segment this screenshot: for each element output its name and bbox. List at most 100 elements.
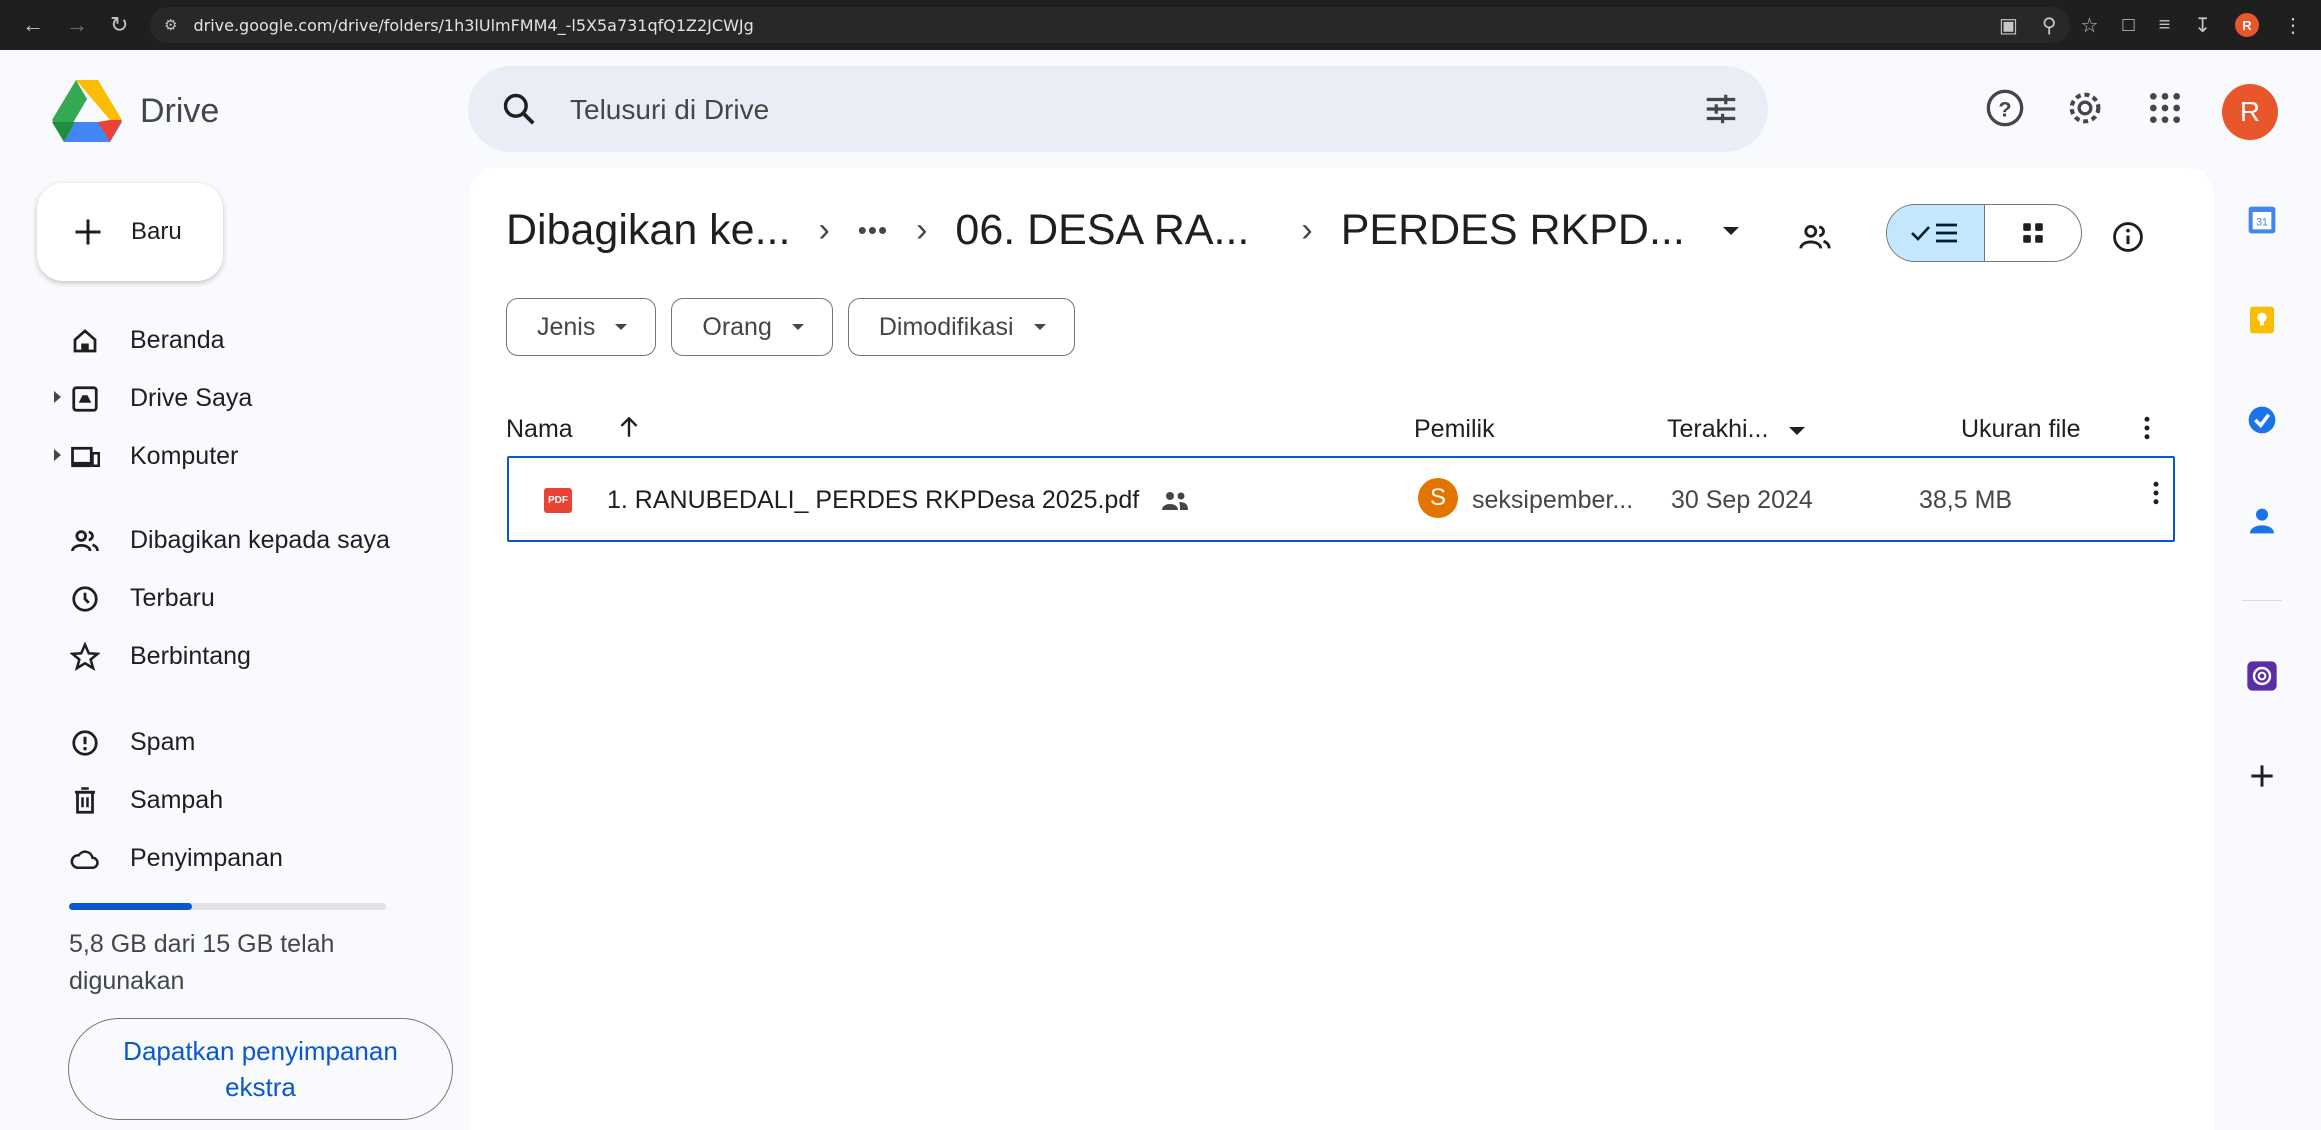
back-icon[interactable]: ← xyxy=(22,12,44,38)
calendar-icon[interactable]: 31 xyxy=(2246,204,2278,236)
sidebar-item-dibagikan[interactable]: Dibagikan kepada saya xyxy=(0,516,440,564)
settings-icon[interactable] xyxy=(2065,88,2105,128)
drive-logo[interactable]: Drive xyxy=(52,80,219,142)
app-name: Drive xyxy=(140,91,220,130)
shared-folder-icon[interactable] xyxy=(1798,220,1832,254)
filter-chip-label: Jenis xyxy=(537,312,596,341)
column-header-modified[interactable]: Terakhi... xyxy=(1667,415,1768,444)
file-size: 38,5 MB xyxy=(1919,486,2013,514)
url-text: drive.google.com/drive/folders/1h3lUlmFM… xyxy=(193,15,754,35)
sidebar-item-beranda[interactable]: Beranda xyxy=(0,316,440,364)
storage-meter-fill xyxy=(69,903,192,910)
get-more-storage-button[interactable]: Dapatkan penyimpanan ekstra xyxy=(68,1018,453,1120)
dropdown-icon xyxy=(1033,324,1046,330)
new-button[interactable]: Baru xyxy=(37,183,223,281)
file-name-text: 1. RANUBEDALI_ PERDES RKPDesa 2025.pdf xyxy=(607,486,1140,514)
plus-icon xyxy=(75,219,101,245)
tasks-icon[interactable] xyxy=(2246,404,2278,436)
filter-chip-jenis[interactable]: Jenis xyxy=(506,298,657,356)
chevron-right-icon: › xyxy=(818,211,830,249)
pdf-file-icon: PDF xyxy=(544,488,572,513)
search-bar xyxy=(468,66,1768,152)
filter-chip-orang[interactable]: Orang xyxy=(671,298,833,356)
sidebar-item-label: Komputer xyxy=(130,441,239,470)
breadcrumb-more[interactable]: ••• xyxy=(858,215,888,246)
browser-menu-icon[interactable]: ⋮ xyxy=(2283,13,2303,38)
clock-icon xyxy=(72,586,98,612)
apps-grid-icon[interactable] xyxy=(2145,88,2185,128)
grid-view-button[interactable] xyxy=(1985,205,2082,261)
sidebar-item-sampah[interactable]: Sampah xyxy=(0,776,440,824)
cloud-icon xyxy=(70,850,99,869)
breadcrumb-item[interactable]: Dibagikan ke... xyxy=(506,206,790,255)
chevron-right-icon: › xyxy=(1301,211,1313,249)
column-header-size[interactable]: Ukuran file xyxy=(1961,415,2081,444)
column-header-name[interactable]: Nama xyxy=(506,415,573,444)
search-icon[interactable] xyxy=(500,90,538,128)
star-icon xyxy=(70,642,100,672)
sidebar-item-spam[interactable]: Spam xyxy=(0,718,440,766)
sort-dropdown-icon[interactable] xyxy=(1789,427,1805,435)
filter-chip-label: Orang xyxy=(702,312,772,341)
help-icon[interactable]: ? xyxy=(1985,88,2025,128)
download-icon[interactable]: ↧ xyxy=(2194,13,2211,38)
sidebar-item-komputer[interactable]: Komputer xyxy=(0,432,440,480)
reload-icon[interactable]: ↻ xyxy=(110,12,128,38)
storage-meter xyxy=(69,903,386,910)
file-name[interactable]: 1. RANUBEDALI_ PERDES RKPDesa 2025.pdf xyxy=(607,486,1190,515)
browser-actions: ▣ ⚲ ☆ □ ≡ ↧ R ⋮ xyxy=(1999,0,2303,50)
search-options-icon[interactable] xyxy=(1702,90,1740,128)
forward-icon[interactable]: → xyxy=(66,12,88,38)
list-view-icon xyxy=(1911,223,1958,243)
computer-icon xyxy=(71,446,100,468)
sidebar-item-drive-saya[interactable]: Drive Saya xyxy=(0,374,440,422)
shared-icon xyxy=(71,530,99,552)
add-addon-icon[interactable] xyxy=(2246,760,2278,792)
site-info-icon[interactable]: ⚙ xyxy=(164,16,177,34)
search-input[interactable] xyxy=(570,86,1620,134)
account-avatar[interactable]: R xyxy=(2222,84,2278,140)
zoom-icon[interactable]: ⚲ xyxy=(2042,13,2057,38)
filter-chips: Jenis Orang Dimodifikasi xyxy=(506,298,1075,356)
folder-menu-dropdown-icon[interactable] xyxy=(1722,226,1739,235)
file-modified-date: 30 Sep 2024 xyxy=(1671,486,1813,514)
contacts-icon[interactable] xyxy=(2246,504,2278,536)
reading-list-icon[interactable]: ≡ xyxy=(2159,14,2171,37)
keep-icon[interactable] xyxy=(2246,304,2278,336)
header-actions: ? xyxy=(1985,88,2185,128)
sidebar-item-label: Drive Saya xyxy=(130,383,253,412)
sidebar-item-terbaru[interactable]: Terbaru xyxy=(0,574,440,622)
column-header-owner[interactable]: Pemilik xyxy=(1414,415,1495,444)
rail-divider xyxy=(2242,600,2282,601)
drive-logo-icon xyxy=(52,80,122,142)
info-icon[interactable] xyxy=(2111,220,2145,254)
cast-icon[interactable]: ▣ xyxy=(1999,13,2018,38)
list-view-button[interactable] xyxy=(1887,205,1985,261)
bookmark-star-icon[interactable]: ☆ xyxy=(2081,13,2099,38)
ai-assistant-icon[interactable] xyxy=(2246,660,2278,692)
browser-profile-avatar[interactable]: R xyxy=(2235,13,2259,37)
sidebar-item-label: Sampah xyxy=(130,785,224,814)
breadcrumb-current[interactable]: PERDES RKPD... xyxy=(1341,206,1685,255)
expand-caret-icon[interactable] xyxy=(54,391,61,403)
browser-toolbar: ← → ↻ ⚙ drive.google.com/drive/folders/1… xyxy=(0,0,2321,50)
breadcrumb-item[interactable]: 06. DESA RA... xyxy=(955,206,1249,255)
row-more-actions-icon[interactable] xyxy=(2141,478,2171,508)
sidebar-item-penyimpanan[interactable]: Penyimpanan xyxy=(0,834,440,882)
sort-ascending-icon[interactable] xyxy=(616,413,642,441)
sidebar-item-label: Penyimpanan xyxy=(130,843,283,872)
shared-file-icon xyxy=(1162,492,1189,511)
chevron-right-icon: › xyxy=(916,211,928,249)
dropdown-icon xyxy=(791,324,804,330)
trash-icon xyxy=(75,787,95,814)
sidebar-item-berbintang[interactable]: Berbintang xyxy=(0,632,440,680)
filter-chip-dimodifikasi[interactable]: Dimodifikasi xyxy=(847,298,1075,356)
address-bar[interactable]: ⚙ drive.google.com/drive/folders/1h3lUlm… xyxy=(150,7,2070,43)
column-options-icon[interactable] xyxy=(2132,413,2162,443)
extensions-icon[interactable]: □ xyxy=(2122,14,2134,37)
svg-text:31: 31 xyxy=(2256,216,2268,228)
home-icon xyxy=(73,329,97,353)
expand-caret-icon[interactable] xyxy=(54,449,61,461)
sidebar-item-label: Beranda xyxy=(130,325,225,354)
table-row[interactable]: PDF 1. RANUBEDALI_ PERDES RKPDesa 2025.p… xyxy=(507,456,2175,542)
